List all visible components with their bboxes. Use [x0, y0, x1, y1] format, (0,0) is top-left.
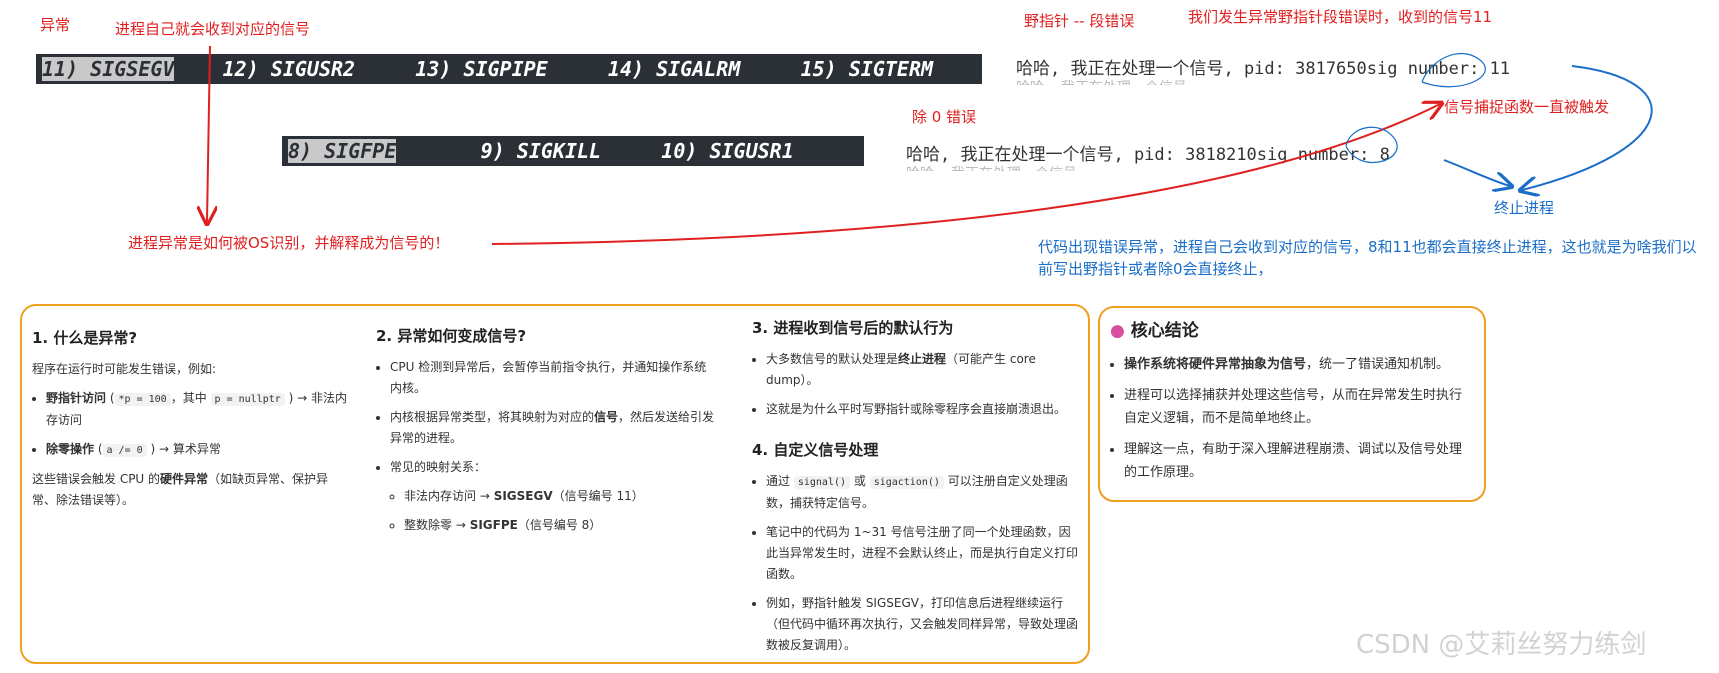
mapping-item: 非法内存访问 → SIGSEGV（信号编号 11）	[404, 486, 716, 507]
arrow-down-red	[207, 45, 210, 222]
list-item: 笔记中的代码为 1~31 号信号注册了同一个处理函数，因此当异常发生时，进程不会…	[766, 522, 1082, 585]
code-snippet: *p = 100	[114, 393, 171, 406]
text-fragment: 或	[853, 474, 866, 488]
div-zero-term: 除零操作	[46, 442, 95, 456]
hardware-exception-term: 硬件异常	[160, 472, 209, 486]
section-3-title: 3. 进程收到信号后的默认行为	[752, 319, 954, 337]
list-item: 这就是为什么平时写野指针或除零程序会直接崩溃退出。	[766, 399, 1082, 420]
list-item: CPU 检测到异常后，会暂停当前指令执行，并通知操作系统内核。	[390, 357, 716, 399]
text-fragment: （信号编号 11）	[552, 489, 644, 503]
code-snippet: p = nullptr	[210, 393, 285, 406]
list-item: 常见的映射关系：	[390, 457, 716, 478]
section-2-title: 2. 异常如何变成信号?	[376, 327, 527, 345]
list-item: 野指针访问 (*p = 100，其中 p = nullptr ) → 非法内存访…	[46, 388, 352, 431]
list-item: 通过 signal() 或 sigaction() 可以注册自定义处理函数，捕获…	[766, 471, 1082, 514]
text-fragment: ，其中	[170, 391, 207, 405]
brain-icon: ●	[1110, 321, 1125, 341]
text-fragment: 大多数信号的默认处理是	[766, 352, 899, 366]
text-fragment: 通过	[766, 474, 791, 488]
sigsegv-term: SIGSEGV	[493, 489, 553, 503]
mapping-item: 整数除零 → SIGFPE（信号编号 8）	[404, 515, 716, 536]
csdn-watermark: CSDN @艾莉丝努力练剑	[1356, 630, 1647, 660]
text-fragment: 整数除零 →	[404, 518, 470, 532]
terminate-term: 终止进程	[898, 352, 947, 366]
blue-scribble-1	[1421, 52, 1486, 88]
section-what-is-exception: 1. 什么是异常? 程序在运行时可能发生错误，例如: 野指针访问 (*p = 1…	[32, 328, 352, 519]
list-item: 除零操作 (a /= 0 ) → 算术异常	[46, 439, 352, 461]
section-1-title: 1. 什么是异常?	[32, 329, 138, 347]
code-snippet: a /= 0	[102, 444, 147, 457]
section-1-intro: 程序在运行时可能发生错误，例如:	[32, 362, 217, 376]
arrow-loop-blue	[1522, 65, 1653, 190]
list-item: 理解这一点，有助于深入理解进程崩溃、调试以及信号处理的工作原理。	[1124, 438, 1470, 484]
core-title-text: 核心结论	[1130, 321, 1199, 341]
list-item: 大多数信号的默认处理是终止进程（可能产生 core dump）。	[766, 349, 1082, 391]
text-fragment: 非法内存访问 →	[404, 489, 494, 503]
list-item: 内核根据异常类型，将其映射为对应的信号，然后发送给引发异常的进程。	[390, 407, 716, 449]
signal-term: 信号	[594, 410, 619, 424]
section-default-behavior: 3. 进程收到信号后的默认行为 大多数信号的默认处理是终止进程（可能产生 cor…	[752, 318, 1082, 428]
arrow-os-to-handler	[491, 104, 1440, 245]
code-snippet: sigaction()	[869, 476, 944, 489]
section-1-outro: 这些错误会触发 CPU 的硬件异常（如缺页异常、保护异常、除法错误等）。	[32, 469, 352, 511]
section-4-title: 4. 自定义信号处理	[752, 441, 879, 459]
text-fragment: 这些错误会触发 CPU 的	[32, 472, 161, 486]
list-item: 例如，野指针触发 SIGSEGV，打印信息后进程继续运行（但代码中循环再次执行，…	[766, 593, 1082, 656]
text-fragment: （信号编号 8）	[517, 518, 602, 532]
code-snippet: signal()	[793, 476, 851, 489]
abstraction-term: 操作系统将硬件异常抽象为信号	[1124, 357, 1307, 372]
section-custom-handler: 4. 自定义信号处理 通过 signal() 或 sigaction() 可以注…	[752, 440, 1082, 664]
arrow-terminate-blue	[1443, 159, 1510, 186]
list-item: 进程可以选择捕获并处理这些信号，从而在异常发生时执行自定义逻辑，而不是简单地终止…	[1124, 384, 1470, 430]
text-fragment: ) → 算术异常	[150, 442, 221, 456]
text-fragment: 内核根据异常类型，将其映射为对应的	[390, 410, 595, 424]
wild-pointer-term: 野指针访问	[46, 391, 107, 405]
list-item: 操作系统将硬件异常抽象为信号，统一了错误通知机制。	[1124, 353, 1470, 376]
text-fragment: ，统一了错误通知机制。	[1306, 357, 1450, 372]
blue-scribble-2	[1345, 126, 1398, 164]
core-title: ● 核心结论	[1110, 320, 1470, 343]
sigfpe-term: SIGFPE	[469, 518, 518, 532]
core-conclusion: ● 核心结论 操作系统将硬件异常抽象为信号，统一了错误通知机制。 进程可以选择捕…	[1110, 320, 1470, 492]
section-exception-to-signal: 2. 异常如何变成信号? CPU 检测到异常后，会暂停当前指令执行，并通知操作系…	[376, 326, 716, 544]
